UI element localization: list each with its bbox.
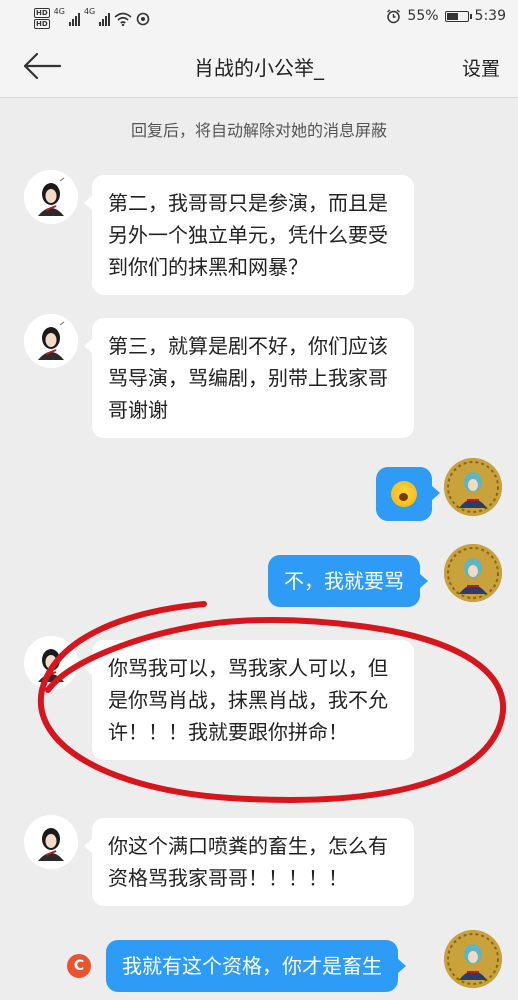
avatar-image xyxy=(24,314,78,368)
reply-unblock-notice: 回复后，将自动解除对她的消息屏蔽 xyxy=(130,121,387,140)
message-text: 第二，我哥哥只是参演，而且是另外一个独立单元，凭什么要受到你们的抹黑和网暴？ xyxy=(108,191,388,279)
signal-icon xyxy=(99,12,111,26)
signal-icon xyxy=(68,12,80,26)
message-bubble-incoming: 你这个满口喷粪的畜生，怎么有资格骂我家哥哥！！！！！ xyxy=(84,818,414,906)
battery-percent: 55% xyxy=(407,8,439,24)
message-text: 你这个满口喷粪的畜生，怎么有资格骂我家哥哥！！！！！ xyxy=(108,834,388,890)
message-text: 我就有这个资格，你才是畜生 xyxy=(122,954,382,978)
avatar-image xyxy=(444,544,502,602)
network-type-label: 4G xyxy=(83,7,96,16)
avatar-image xyxy=(24,815,78,869)
wifi-icon xyxy=(114,12,132,26)
battery-icon xyxy=(444,10,472,22)
message-text: 不，我就要骂 xyxy=(284,569,404,593)
avatar[interactable] xyxy=(444,544,502,602)
alarm-icon xyxy=(387,8,401,23)
chat-header: 肖战的小公举_ 设置 xyxy=(0,34,518,98)
message-bubble-incoming: 第三，就算是剧不好，你们应该骂导演，骂编剧，别带上我家哥哥谢谢 xyxy=(84,318,414,438)
avatar[interactable] xyxy=(24,314,78,368)
message-bubble-outgoing: 我就有这个资格，你才是畜生 xyxy=(106,940,406,992)
avatar-image xyxy=(24,170,78,224)
hd-icon: HD xyxy=(34,19,50,29)
crying-face-emoji xyxy=(391,481,417,507)
data-saver-icon xyxy=(136,12,150,25)
hd-icon: HD xyxy=(34,8,50,18)
avatar[interactable] xyxy=(444,458,502,516)
avatar-image xyxy=(444,458,502,516)
message-text: 你骂我可以，骂我家人可以，但是你骂肖战，抹黑肖战，我不允许！！！我就要跟你拼命！ xyxy=(108,656,388,744)
battery-level xyxy=(446,12,458,20)
failed-send-glyph: C xyxy=(73,958,85,974)
hd-indicators: HD HD xyxy=(34,8,50,29)
message-bubble-outgoing xyxy=(376,467,440,521)
avatar[interactable] xyxy=(24,815,78,869)
avatar-image xyxy=(24,636,78,690)
avatar[interactable] xyxy=(24,636,78,690)
settings-button[interactable]: 设置 xyxy=(462,54,500,81)
clock: 5:39 xyxy=(474,8,506,24)
status-right: 55% 5:39 xyxy=(386,8,506,24)
avatar-image xyxy=(444,930,502,988)
failed-send-icon[interactable]: C xyxy=(67,954,91,978)
status-bar: HD HD 4G 4G 55% 5:39 xyxy=(0,0,518,34)
message-bubble-incoming: 你骂我可以，骂我家人可以，但是你骂肖战，抹黑肖战，我不允许！！！我就要跟你拼命！ xyxy=(84,640,414,760)
avatar[interactable] xyxy=(444,930,502,988)
status-left: HD HD 4G 4G xyxy=(34,8,150,29)
page-title: 肖战的小公举_ xyxy=(194,56,324,80)
message-text: 第三，就算是剧不好，你们应该骂导演，骂编剧，别带上我家哥哥谢谢 xyxy=(108,334,388,422)
message-bubble-outgoing: 不，我就要骂 xyxy=(268,555,428,607)
network-type-label: 4G xyxy=(53,7,65,16)
message-bubble-incoming: 第二，我哥哥只是参演，而且是另外一个独立单元，凭什么要受到你们的抹黑和网暴？ xyxy=(84,175,414,295)
avatar[interactable] xyxy=(24,170,78,224)
